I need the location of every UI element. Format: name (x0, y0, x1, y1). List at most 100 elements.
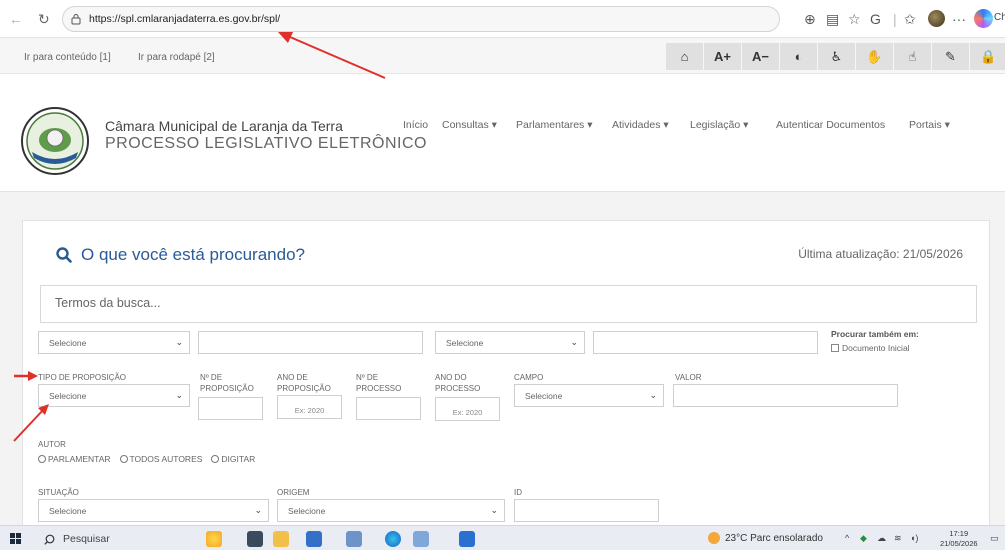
chevron-down-icon: ⌄ (175, 390, 183, 400)
search-panel: O que você está procurando? Última atual… (22, 220, 990, 550)
label-ano-processo: ANO DO PROCESSO (435, 373, 481, 393)
decrease-font-button[interactable]: A− (742, 43, 779, 70)
checkbox-box[interactable] (831, 344, 839, 352)
calculator-icon[interactable] (413, 531, 429, 547)
radio-label: TODOS AUTORES (129, 454, 203, 464)
chamber-seal-logo[interactable] (20, 106, 90, 176)
filter-select-2[interactable]: Selecione ⌄ (435, 331, 585, 354)
also-search-title: Procurar também em: (831, 329, 919, 339)
last-update-text: Última atualização: 21/05/2026 (798, 247, 963, 261)
copilot-icon[interactable] (974, 9, 993, 28)
clock-date: 21/05/2026 (940, 539, 978, 548)
skip-to-footer-link[interactable]: Ir para rodapé [2] (138, 52, 215, 63)
filter-select-1[interactable]: Selecione ⌄ (38, 331, 190, 354)
store-icon[interactable] (306, 531, 322, 547)
chevron-down-icon: ⌄ (649, 390, 657, 400)
taskbar-clock[interactable]: 17:19 21/05/2026 (940, 529, 978, 549)
label-id: ID (514, 488, 522, 497)
campo-select[interactable]: Selecione ⌄ (514, 384, 664, 407)
lock-icon[interactable]: 🔒 (970, 43, 1005, 70)
favorite-star-icon[interactable]: ☆ (848, 11, 861, 27)
favorites-icon[interactable]: ✩ (904, 11, 916, 27)
label-num-processo: Nº DE PROCESSO (356, 373, 402, 393)
menu-item-autenticar[interactable]: Autenticar Documentos (776, 119, 885, 131)
label-campo: CAMPO (514, 373, 544, 382)
widgets-icon[interactable] (206, 531, 222, 547)
radio-digitar[interactable]: DIGITAR (211, 454, 255, 464)
hand-icon[interactable]: ☝ (894, 43, 931, 70)
num-proposicao-input[interactable] (198, 397, 263, 420)
situacao-select[interactable]: Selecione ⌄ (38, 499, 269, 522)
label-num-proposicao: Nº DE PROPOSIÇÃO (200, 373, 254, 393)
filter-text-1[interactable] (198, 331, 423, 354)
chevron-up-icon[interactable]: ^ (845, 533, 849, 543)
id-input[interactable] (514, 499, 659, 522)
label-ano-proposicao: ANO DE PROPOSIÇÃO (277, 373, 331, 393)
contrast-icon[interactable]: ◐ (780, 43, 817, 70)
select-value: Selecione (49, 506, 87, 516)
edge-icon[interactable] (385, 531, 401, 547)
radio-parlamentar[interactable]: PARLAMENTAR (38, 454, 111, 464)
chevron-down-icon: ⌄ (254, 505, 262, 515)
select-value: Selecione (288, 506, 326, 516)
radio-dot[interactable] (211, 455, 220, 463)
wheelchair-icon[interactable]: ♿ (818, 43, 855, 70)
notifications-icon[interactable]: ▭ (990, 533, 999, 544)
accessibility-bar: Ir para conteúdo [1] Ir para rodapé [2] … (0, 38, 1005, 74)
taskbar-search-placeholder: Pesquisar (63, 533, 110, 545)
skip-to-content-link[interactable]: Ir para conteúdo [1] (24, 52, 111, 63)
weather-widget[interactable]: 23°C Parc ensolarado (708, 532, 823, 544)
extensions-icon[interactable]: G (870, 11, 881, 27)
back-arrow-icon[interactable]: ← (9, 11, 23, 27)
menu-item-inicio[interactable]: Início (403, 119, 428, 131)
select-value: Selecione (525, 391, 563, 401)
onedrive-icon[interactable]: ☁ (877, 533, 886, 544)
radio-dot[interactable] (119, 455, 128, 463)
label-tipo-proposicao: TIPO DE PROPOSIÇÃO (38, 373, 127, 382)
search-terms-input[interactable]: Termos da busca... (40, 285, 977, 323)
chamber-name: Câmara Municipal de Laranja da Terra (105, 118, 343, 134)
search-icon (44, 534, 55, 545)
reader-view-icon[interactable]: ▤ (826, 11, 839, 27)
browser-toolbar: ← ↻ https://spl.cmlaranjadaterra.es.gov.… (0, 0, 1005, 38)
ano-processo-input[interactable]: Ex: 2020 (435, 397, 500, 421)
menu-item-parlamentares[interactable]: Parlamentares ▾ (516, 119, 592, 131)
address-bar[interactable]: https://spl.cmlaranjadaterra.es.gov.br/s… (62, 6, 780, 32)
lock-icon (71, 14, 81, 25)
sign-language-icon[interactable]: ✋ (856, 43, 893, 70)
valor-input[interactable] (673, 384, 898, 407)
file-explorer-icon[interactable] (273, 531, 289, 547)
checkbox-label: Documento Inicial (842, 343, 910, 353)
edit-icon[interactable]: ✎ (932, 43, 969, 70)
zoom-icon[interactable]: ⊕ (804, 11, 816, 27)
num-processo-input[interactable] (356, 397, 421, 420)
document-initial-checkbox[interactable]: Documento Inicial (831, 343, 910, 353)
volume-icon[interactable]: ◖) (910, 533, 918, 543)
menu-item-consultas[interactable]: Consultas ▾ (442, 119, 497, 131)
select-value: Selecione (446, 338, 484, 348)
more-menu-icon[interactable]: ··· (952, 11, 966, 27)
photos-icon[interactable] (346, 531, 362, 547)
menu-item-legislacao[interactable]: Legislação ▾ (690, 119, 748, 131)
increase-font-button[interactable]: A+ (704, 43, 741, 70)
windows-taskbar: Pesquisar 23°C Parc ensolarado ^ ◆ ☁ ≋ ◖… (0, 525, 1005, 550)
wifi-icon[interactable]: ≋ (894, 533, 902, 544)
ano-proposicao-input[interactable]: Ex: 2020 (277, 395, 342, 419)
radio-todos-autores[interactable]: TODOS AUTORES (119, 454, 203, 464)
select-value: Selecione (49, 338, 87, 348)
taskbar-search[interactable]: Pesquisar (44, 530, 164, 548)
tab-label-partial: Ch (994, 12, 1005, 23)
menu-item-portais[interactable]: Portais ▾ (909, 119, 950, 131)
radio-dot[interactable] (38, 455, 46, 463)
refresh-icon[interactable]: ↻ (38, 11, 50, 27)
home-icon[interactable]: ⌂ (666, 43, 703, 70)
profile-avatar[interactable] (928, 10, 945, 27)
menu-item-atividades[interactable]: Atividades ▾ (612, 119, 669, 131)
word-icon[interactable] (459, 531, 475, 547)
tipo-proposicao-select[interactable]: Selecione ⌄ (38, 384, 190, 407)
task-view-icon[interactable] (247, 531, 263, 547)
filter-text-2[interactable] (593, 331, 818, 354)
windows-start-icon[interactable] (10, 533, 21, 544)
origem-select[interactable]: Selecione ⌄ (277, 499, 505, 522)
network-app-icon[interactable]: ◆ (860, 533, 867, 544)
